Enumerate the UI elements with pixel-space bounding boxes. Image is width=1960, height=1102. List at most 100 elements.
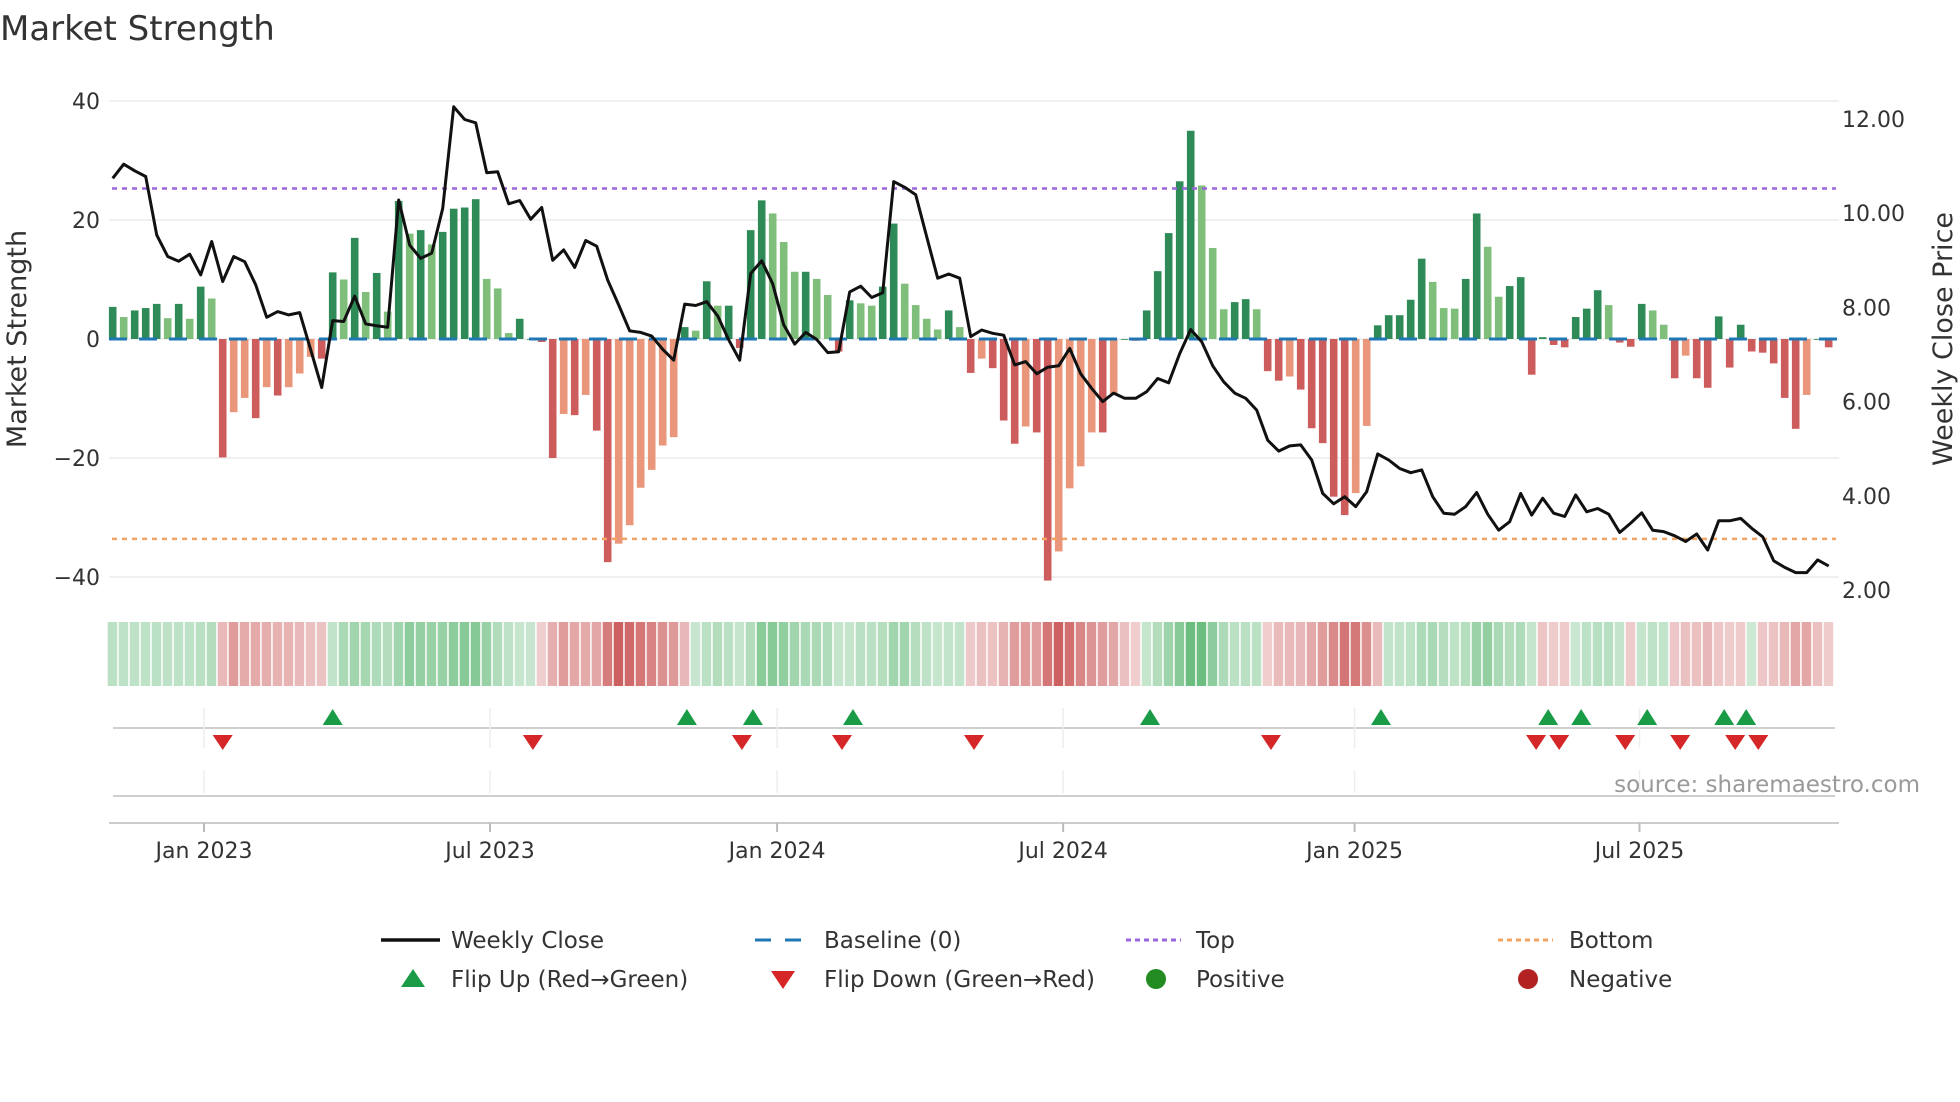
strip-cell	[745, 622, 756, 686]
strip-cell	[459, 622, 470, 686]
strength-bar	[449, 208, 458, 339]
strip-cell	[943, 622, 954, 686]
strength-bar	[515, 318, 524, 339]
flip-down-marker	[1670, 735, 1691, 750]
strength-bar	[812, 278, 821, 339]
strip-cell	[492, 622, 503, 686]
strength-bar	[438, 231, 447, 339]
legend-label: Baseline (0)	[824, 928, 961, 954]
strip-cell	[1086, 622, 1097, 686]
y2-tick-label: 2.00	[1842, 579, 1891, 604]
strip-cell	[646, 622, 657, 686]
strip-cell	[1020, 622, 1031, 686]
strength-bar	[1626, 339, 1635, 347]
strength-bar	[1428, 281, 1437, 339]
strip-cell	[360, 622, 371, 686]
strength-bar	[493, 288, 502, 339]
strip-cell	[679, 622, 690, 686]
strip-cell	[690, 622, 701, 686]
strip-cell	[1295, 622, 1306, 686]
strength-bar	[548, 339, 557, 458]
strip-cell	[965, 622, 976, 686]
strip-cell	[1339, 622, 1350, 686]
flip-down-marker	[832, 735, 852, 750]
strip-cell	[1075, 622, 1086, 686]
strength-bar	[559, 339, 568, 414]
strip-cell	[1119, 622, 1130, 686]
strength-bar	[152, 303, 161, 339]
strip-cell	[701, 622, 712, 686]
strip-cell	[470, 622, 481, 686]
strip-cell	[1757, 622, 1768, 686]
strength-bar	[196, 286, 205, 339]
strength-bar	[867, 305, 876, 339]
strip-cell	[1735, 622, 1746, 686]
strip-cell	[1185, 622, 1196, 686]
strength-bar	[1692, 339, 1701, 379]
strip-cell	[954, 622, 965, 686]
strip-cell	[866, 622, 877, 686]
strip-cell	[580, 622, 591, 686]
y-tick-label: −20	[54, 447, 100, 472]
source-credit: source: sharemaestro.com	[1614, 772, 1920, 798]
strip-cell	[778, 622, 789, 686]
strip-cell	[1053, 622, 1064, 686]
strength-bar	[1505, 286, 1514, 339]
strip-cell	[800, 622, 811, 686]
strip-cell	[162, 622, 173, 686]
strength-bar	[1714, 316, 1723, 339]
strength-bar	[581, 339, 590, 395]
strip-cell	[536, 622, 547, 686]
strength-bar	[1109, 339, 1118, 394]
strip-cell	[657, 622, 668, 686]
flip-up-marker	[1714, 709, 1735, 725]
strength-bar	[295, 339, 304, 374]
flip-down-marker	[212, 735, 233, 750]
strip-cell	[723, 622, 734, 686]
strip-cell	[250, 622, 261, 686]
strength-bar	[416, 230, 425, 339]
strength-bar	[1197, 185, 1206, 339]
strength-bar	[603, 339, 612, 563]
strip-cell	[1768, 622, 1779, 686]
strength-bar	[1208, 247, 1217, 339]
strip-cell	[1746, 622, 1757, 686]
strip-cell	[1196, 622, 1207, 686]
strip-cell	[1724, 622, 1735, 686]
strip-cell	[426, 622, 437, 686]
legend-triangle-down-icon	[771, 971, 795, 989]
strip-cell	[1273, 622, 1284, 686]
strength-bar	[1252, 309, 1261, 339]
strength-bar	[900, 283, 909, 339]
strip-cell	[1009, 622, 1020, 686]
strength-bar	[1043, 339, 1052, 581]
legend-item: Weekly Close	[381, 928, 604, 954]
strip-cell	[1284, 622, 1295, 686]
strength-bar	[119, 316, 128, 339]
flip-up-marker	[322, 709, 343, 725]
strength-bar	[1186, 130, 1195, 339]
strength-bar	[339, 279, 348, 339]
strip-cell	[1504, 622, 1515, 686]
strength-bar	[273, 339, 282, 396]
strength-bar	[944, 310, 953, 339]
strip-cell	[1042, 622, 1053, 686]
flip-down-marker	[1549, 735, 1570, 750]
strength-bar	[1516, 277, 1525, 339]
strip-cell	[415, 622, 426, 686]
strip-cell	[382, 622, 393, 686]
strip-cell	[1680, 622, 1691, 686]
strength-bar	[1637, 303, 1646, 339]
legend-label: Top	[1195, 928, 1235, 954]
strip-cell	[756, 622, 767, 686]
strip-cell	[1108, 622, 1119, 686]
strength-bar	[966, 339, 975, 373]
strip-cell	[888, 622, 899, 686]
strength-bar	[284, 339, 293, 388]
strip-cell	[206, 622, 217, 686]
strength-bar	[1340, 339, 1349, 516]
strip-cell	[1548, 622, 1559, 686]
strength-bar	[1604, 305, 1613, 339]
strip-cell	[1438, 622, 1449, 686]
strip-cell	[228, 622, 239, 686]
